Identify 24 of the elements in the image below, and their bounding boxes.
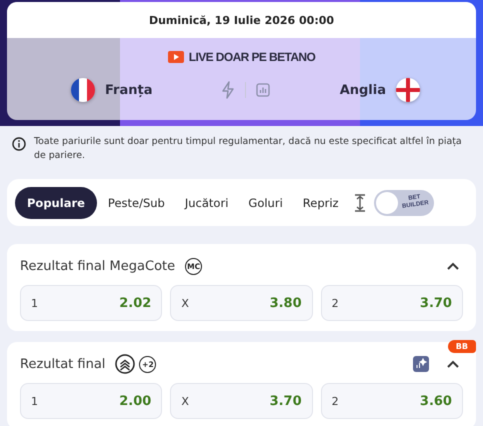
odds-button[interactable]: 2 3.70 [320,285,463,321]
corner-badge: BB [448,340,476,353]
notice-text: Toate pariurile sunt doar pentru timpul regulamentar, dacă nu este specificat altfel în piața de pariere. [34,135,463,163]
stats-icon [256,83,270,97]
team-name: Franța [105,82,152,98]
market-title: Rezultat final [20,356,106,372]
tab[interactable]: Populare [15,186,97,218]
odds-button[interactable]: X 3.70 [170,383,313,419]
odds-button[interactable]: 1 2.00 [20,383,162,419]
tab[interactable]: Jucători [176,186,238,218]
odds-button[interactable]: 1 2.02 [20,285,162,321]
tab[interactable]: Peste/Sub [98,186,174,218]
odds-button[interactable]: 2 3.60 [320,383,463,419]
team-name: Anglia [340,82,386,98]
play-icon [168,51,184,63]
live-label: LIVE DOAR PE BETANO [188,50,316,64]
lightning-icon [221,81,235,99]
info-icon [12,137,26,151]
odds-button[interactable]: X 3.80 [170,285,313,321]
event-date: Duminică, 19 Iulie 2026 00:00 [7,2,476,38]
market-title: Rezultat final MegaCote [20,258,176,274]
tab[interactable]: Goluri [239,186,292,218]
tab[interactable]: Repriz [294,186,348,218]
expand-icon [354,194,366,212]
